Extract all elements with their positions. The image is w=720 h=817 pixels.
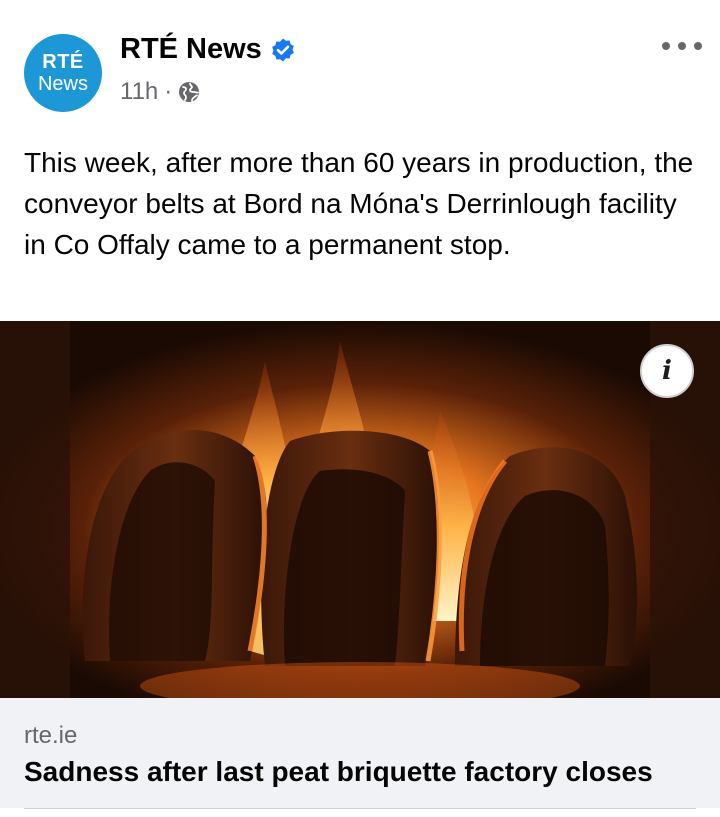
page-avatar[interactable]: RTÉ News	[24, 34, 102, 112]
page-name-link[interactable]: RTÉ News	[120, 33, 262, 66]
peat-briquettes-fire-image	[0, 321, 720, 698]
more-options-icon[interactable]	[662, 36, 702, 56]
post-text: This week, after more than 60 years in p…	[24, 147, 694, 260]
more-dot	[694, 42, 702, 50]
info-icon[interactable]: i	[640, 344, 694, 398]
link-domain: rte.ie	[24, 722, 78, 749]
link-title[interactable]: Sadness after last peat briquette factor…	[24, 756, 653, 788]
link-preview[interactable]: rte.ie Sadness after last peat briquette…	[0, 698, 720, 808]
globe-icon[interactable]	[178, 81, 200, 103]
meta-separator: ·	[164, 78, 173, 105]
page-name-row: RTÉ News	[120, 33, 296, 66]
avatar-logo-line1: RTÉ	[42, 51, 84, 73]
post-meta: 11h ·	[120, 78, 200, 106]
post-header: RTÉ News RTÉ News 11h ·	[0, 0, 720, 130]
post-timestamp[interactable]: 11h	[120, 78, 158, 106]
post-image[interactable]	[0, 321, 720, 698]
more-dot	[662, 42, 670, 50]
avatar-logo-line2: News	[37, 73, 88, 95]
divider	[24, 808, 696, 809]
more-dot	[678, 42, 686, 50]
verified-badge-icon	[270, 37, 296, 63]
